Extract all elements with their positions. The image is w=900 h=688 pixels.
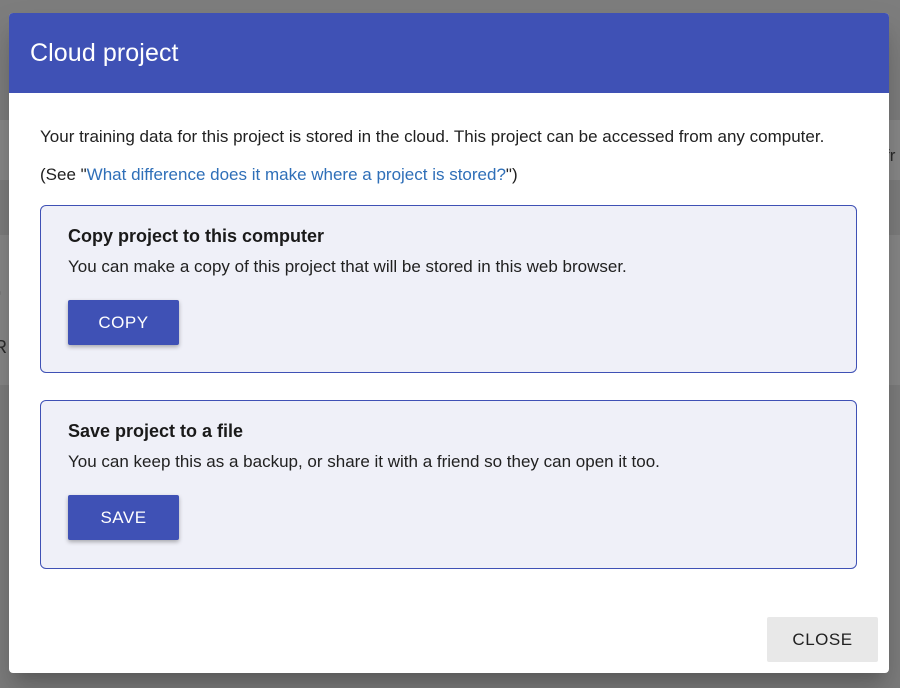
save-button[interactable]: SAVE: [68, 495, 179, 540]
copy-panel-description: You can make a copy of this project that…: [68, 257, 627, 276]
save-panel-description: You can keep this as a backup, or share …: [68, 452, 660, 471]
copy-button[interactable]: COPY: [68, 300, 179, 345]
storage-help-line: (See "What difference does it make where…: [40, 165, 858, 185]
save-panel-title: Save project to a file: [68, 421, 244, 441]
see-prefix: (See ": [40, 165, 87, 184]
close-button[interactable]: CLOSE: [767, 617, 878, 662]
dialog-body: Your training data for this project is s…: [9, 127, 889, 569]
background-text-fragment: R: [0, 337, 7, 357]
save-project-panel: Save project to a file You can keep this…: [40, 400, 857, 569]
background-heading-fragment: t: [0, 256, 1, 306]
dialog-header: Cloud project: [9, 13, 889, 93]
cloud-project-dialog: Cloud project Your training data for thi…: [9, 13, 889, 673]
copy-panel-title: Copy project to this computer: [68, 226, 325, 246]
intro-text: Your training data for this project is s…: [40, 127, 825, 146]
storage-difference-link[interactable]: What difference does it make where a pro…: [87, 165, 506, 184]
see-suffix: "): [505, 165, 518, 184]
dialog-title: Cloud project: [30, 38, 179, 67]
copy-project-panel: Copy project to this computer You can ma…: [40, 205, 857, 373]
